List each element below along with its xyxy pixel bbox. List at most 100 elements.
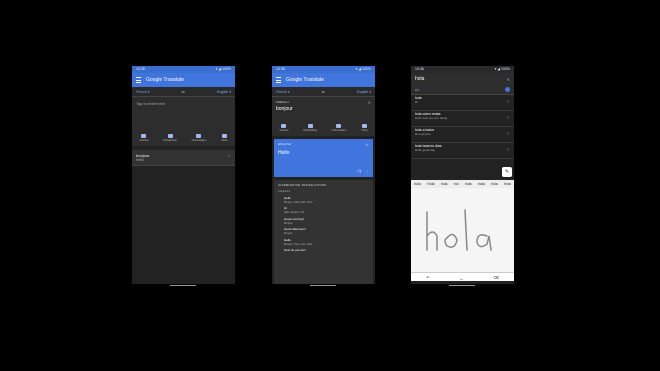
camera-button[interactable]: Camera [140,134,148,142]
pen-icon [167,134,173,138]
status-time: 10:38 [136,67,145,71]
tool-label: Conversation [331,129,347,132]
candidate-word[interactable]: hola [414,182,421,186]
home-indicator [449,285,475,286]
status-time: 10:38 [415,67,424,71]
more-icon[interactable]: ⋮ [365,169,369,174]
app-bar: Google Translate [272,73,375,87]
camera-button[interactable]: Camera [280,124,288,132]
suggestion-translation: Hi [415,100,418,104]
target-language-select[interactable]: English ▾ [217,90,231,94]
home-indicator [310,285,336,286]
menu-icon[interactable] [276,77,281,83]
suggestion-translation: Hello good day [415,148,436,152]
alternative-item[interactable]: Good afternoon! Bonjour [278,227,369,235]
voice-button[interactable]: Voice [221,134,227,142]
alt-word: How do you do? [284,248,306,252]
arrow-icon: ↖ [506,147,510,152]
alt-word: Good morning! [284,216,304,221]
source-language-select[interactable]: French ▾ [136,90,150,94]
phone-screen-1: 10:38 ▾ ◢ 100% Google Translate French ▾… [132,66,235,284]
alternative-item[interactable]: Hello Bonjour, Salut, Allô, Tiens [278,196,369,204]
phone-screen-2: 10:38 ▾ ◢ 100% Google Translate French ▾… [272,66,375,284]
history-translation: Hello [136,158,144,162]
target-language-select[interactable]: English ▾ [357,90,371,94]
undo-icon[interactable]: ↶ [426,275,429,280]
app-bar: Google Translate [132,73,235,87]
alt-synonyms: Bonjour, Salut, Allô, Tiens [284,200,313,204]
candidate-word[interactable]: hol [454,182,459,186]
alternative-item[interactable]: How do you do? [278,248,369,252]
candidate-word[interactable]: hoia [441,182,448,186]
suggestion-item[interactable]: hola cómo estas Hello how are you doing ↖ [411,111,514,127]
conversation-button[interactable]: Conversation [331,124,347,132]
alternative-translations-card: ALTERNATIVE TRANSLATIONS interjection He… [274,180,373,284]
alt-synonyms: Salut, Bonjour, Hé [284,211,305,214]
candidate-word[interactable]: Hola [427,182,434,186]
language-label: EN [415,87,420,92]
keyboard-bottom-bar: ↶ ␣ ⌫ [411,272,514,281]
suggestion-item[interactable]: hola Hi ↖ [411,95,514,111]
suggestion-item[interactable]: hola a todos Hi everyone ↖ [411,127,514,143]
app-title: Google Translate [286,77,325,83]
status-bar: 10:38 ▾ ◢ 100% [411,66,514,73]
handwriting-canvas[interactable] [411,188,514,278]
source-language-select[interactable]: French ▾ [276,90,290,94]
tool-label: Voice [361,129,368,132]
input-tools: Camera Handwriting Conversation Voice [272,121,375,136]
suggestion-translation: Hello how are you doing [415,116,448,120]
copy-icon[interactable]: ❐ [357,169,361,174]
handwriting-pen-button[interactable]: ✎ [502,167,512,177]
menu-icon[interactable] [136,77,141,83]
language-row: EN [411,85,514,95]
candidate-bar: hola Hola hoia hol hola hala hola hola [411,180,514,188]
home-indicator [170,285,196,286]
close-icon[interactable]: ✕ [507,77,510,82]
microphone-icon [361,124,367,128]
status-icons: ▾ ◢ 100% [494,67,510,71]
text-input-area[interactable]: Tap to enter text [132,97,235,131]
backspace-icon[interactable]: ⌫ [493,275,499,280]
voice-button[interactable]: Voice [361,124,367,132]
alternative-item[interactable]: Hallo Bonjour, Tiens, Allô, Salut [278,238,369,246]
pen-icon: ✎ [504,169,510,175]
status-time: 10:38 [276,67,285,71]
history-item[interactable]: bonjour Hello ☆ [132,150,235,166]
input-placeholder: Tap to enter text [136,101,165,106]
suggestion-item[interactable]: hola buenos días Hello good day ↖ [411,143,514,159]
tool-label: Conversation [191,139,207,142]
star-icon[interactable]: ☆ [227,153,231,158]
alternatives-heading: ALTERNATIVE TRANSLATIONS [278,183,327,187]
send-icon[interactable] [505,87,510,92]
suggestion-translation: Hi everyone [415,132,432,136]
alternative-item[interactable]: Hi Salut, Bonjour, Hé [278,206,369,214]
handwriting-button[interactable]: Handwriting [163,134,177,142]
language-bar: French ▾ ⇄ English ▾ [272,87,375,97]
handwriting-button[interactable]: Handwriting [303,124,317,132]
candidate-word[interactable]: hola [504,182,511,186]
space-icon[interactable]: ␣ [460,275,463,280]
arrow-icon: ↖ [506,115,510,120]
search-bar[interactable]: hola ✕ [411,73,514,85]
phone-screen-3: 10:38 ▾ ◢ 100% hola ✕ EN hola Hi ↖ hola có… [411,66,514,284]
translation-result-card[interactable]: ENGLISH Hello ☆ ❐ ⋮ [274,139,373,177]
microphone-icon [221,134,227,138]
app-title: Google Translate [146,77,185,83]
swap-languages-icon[interactable]: ⇄ [182,89,185,94]
arrow-icon: ↖ [506,99,510,104]
alt-synonyms: Bonjour [284,221,293,225]
close-icon[interactable]: ✕ [368,100,371,105]
candidate-word[interactable]: hala [478,182,485,186]
search-input[interactable]: hola [415,76,424,82]
candidate-word[interactable]: hola [465,182,472,186]
status-bar: 10:38 ▾ ◢ 100% [132,66,235,73]
pen-icon [307,124,313,128]
source-text-card[interactable]: FRENCH bonjour ✕ [272,97,375,121]
star-icon[interactable]: ☆ [365,142,369,147]
swap-languages-icon[interactable]: ⇄ [322,89,325,94]
alternative-item[interactable]: Good morning! Bonjour [278,217,369,225]
alt-word: Hi [284,206,287,210]
conversation-button[interactable]: Conversation [191,134,207,142]
candidate-word[interactable]: hola [491,182,498,186]
handwriting-strokes [426,209,492,251]
